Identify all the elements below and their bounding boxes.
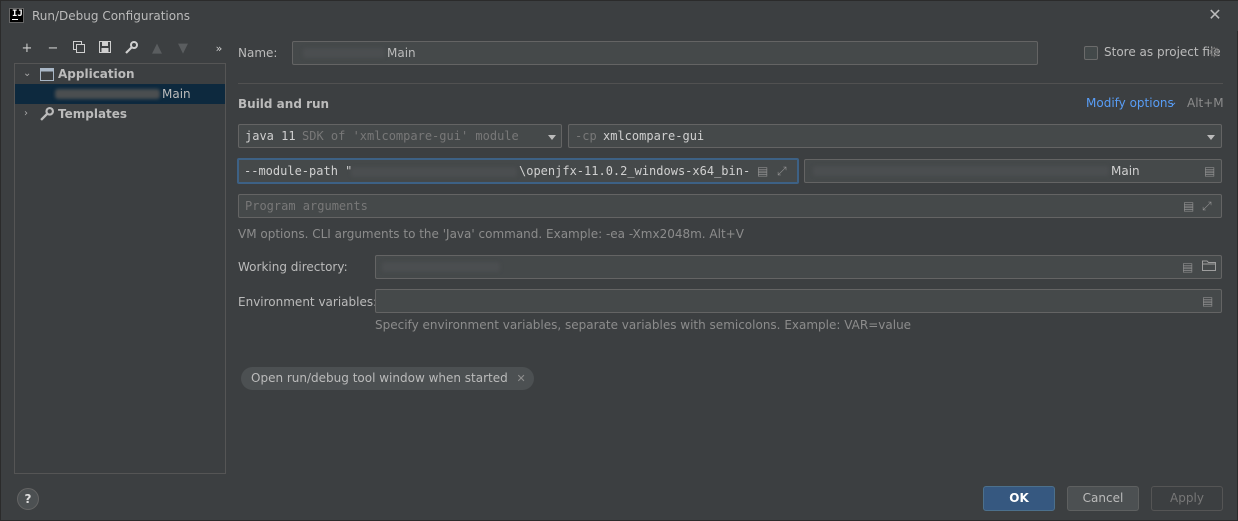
- add-icon[interactable]: +: [18, 41, 36, 57]
- tree-label-templates: Templates: [58, 107, 128, 121]
- expand-more-icon[interactable]: »: [210, 41, 228, 57]
- copy-icon[interactable]: [70, 41, 88, 57]
- jre-value: java 11: [245, 129, 296, 143]
- document-icon[interactable]: ▤: [1183, 199, 1194, 213]
- cp-value: xmlcompare-gui: [603, 129, 705, 143]
- save-icon[interactable]: [96, 41, 114, 57]
- ok-button[interactable]: OK: [983, 486, 1055, 511]
- expand-icon[interactable]: ⤢: [1202, 199, 1212, 213]
- environment-variables-label: Environment variables:: [238, 295, 378, 309]
- divider: [238, 83, 1223, 84]
- chevron-down-icon[interactable]: ⌄: [1169, 96, 1177, 110]
- redacted-text: [813, 166, 1109, 176]
- document-icon[interactable]: ▤: [757, 164, 768, 178]
- name-value: Main: [387, 46, 416, 60]
- move-up-icon[interactable]: ▲: [148, 41, 166, 57]
- chip-label: Open run/debug tool window when started: [251, 371, 508, 385]
- gear-icon[interactable]: ⚙: [1208, 46, 1221, 60]
- close-icon[interactable]: ✕: [517, 367, 526, 390]
- tree-label-application: Application: [58, 67, 135, 81]
- document-icon[interactable]: ▤: [1204, 164, 1215, 178]
- working-directory-label: Working directory:: [238, 260, 348, 274]
- folder-icon[interactable]: [1202, 259, 1216, 274]
- store-as-project-checkbox[interactable]: [1084, 46, 1098, 60]
- window-title: Run/Debug Configurations: [32, 9, 190, 23]
- tree-item-main-config[interactable]: Main: [15, 84, 225, 104]
- tree-label-main: Main: [162, 87, 191, 101]
- run-debug-dialog: IJ Run/Debug Configurations ✕ + − ▲ ▼ » …: [0, 0, 1238, 521]
- help-button[interactable]: ?: [17, 488, 39, 510]
- close-icon[interactable]: ✕: [1204, 5, 1226, 27]
- wrench-icon[interactable]: [122, 41, 140, 57]
- document-icon[interactable]: ▤: [1182, 260, 1193, 274]
- document-icon[interactable]: ▤: [1202, 294, 1213, 308]
- intellij-app-icon: IJ: [9, 8, 24, 23]
- store-as-project-label[interactable]: Store as project file: [1104, 45, 1221, 59]
- remove-icon[interactable]: −: [44, 41, 62, 57]
- cp-prefix: -cp: [575, 129, 597, 143]
- main-class-value: Main: [1111, 164, 1140, 178]
- redacted-text: [55, 89, 160, 99]
- chevron-right-icon: ›: [24, 108, 28, 119]
- section-title: Build and run: [238, 97, 330, 111]
- vm-options-field[interactable]: --module-path " \openjfx-11.0.2_windows-…: [237, 158, 799, 184]
- program-arguments-field[interactable]: Program arguments ▤ ⤢: [238, 194, 1222, 218]
- modify-options-link[interactable]: Modify options: [1086, 96, 1174, 110]
- vm-suffix: \openjfx-11.0.2_windows-x64_bin-s: [519, 164, 751, 178]
- move-down-icon[interactable]: ▼: [174, 41, 192, 57]
- configuration-tree: ⌄ Application Main › Templates: [14, 63, 226, 474]
- cancel-button[interactable]: Cancel: [1067, 486, 1139, 511]
- chevron-down-icon: [548, 135, 556, 140]
- chevron-down-icon: [1207, 135, 1215, 140]
- jre-select[interactable]: java 11 SDK of 'xmlcompare-gui' module: [238, 124, 562, 148]
- name-field[interactable]: Main: [292, 41, 1038, 65]
- environment-variables-field[interactable]: ▤: [375, 289, 1222, 313]
- vm-prefix: --module-path ": [244, 164, 353, 178]
- modify-shortcut: Alt+M: [1187, 96, 1224, 110]
- redacted-text: [351, 167, 517, 177]
- name-label: Name:: [238, 46, 278, 60]
- title-bar: IJ Run/Debug Configurations ✕: [1, 1, 1238, 31]
- tree-item-templates[interactable]: › Templates: [15, 104, 225, 124]
- program-args-placeholder: Program arguments: [245, 199, 368, 213]
- redacted-text: [303, 48, 385, 58]
- vm-options-hint: VM options. CLI arguments to the 'Java' …: [238, 227, 744, 241]
- chevron-down-icon: ⌄: [23, 68, 32, 79]
- wrench-icon: [40, 107, 54, 127]
- expand-icon[interactable]: ⤢: [777, 164, 787, 178]
- classpath-select[interactable]: -cp xmlcompare-gui: [568, 124, 1222, 148]
- redacted-text: [382, 262, 500, 272]
- jre-hint: SDK of 'xmlcompare-gui' module: [302, 129, 519, 143]
- main-class-field[interactable]: Main ▤: [804, 159, 1222, 183]
- open-tool-window-chip[interactable]: Open run/debug tool window when started …: [241, 367, 534, 390]
- apply-button[interactable]: Apply: [1151, 486, 1223, 511]
- working-directory-field[interactable]: ▤: [375, 255, 1222, 279]
- environment-variables-hint: Specify environment variables, separate …: [375, 318, 912, 332]
- tree-item-application[interactable]: ⌄ Application: [15, 64, 225, 84]
